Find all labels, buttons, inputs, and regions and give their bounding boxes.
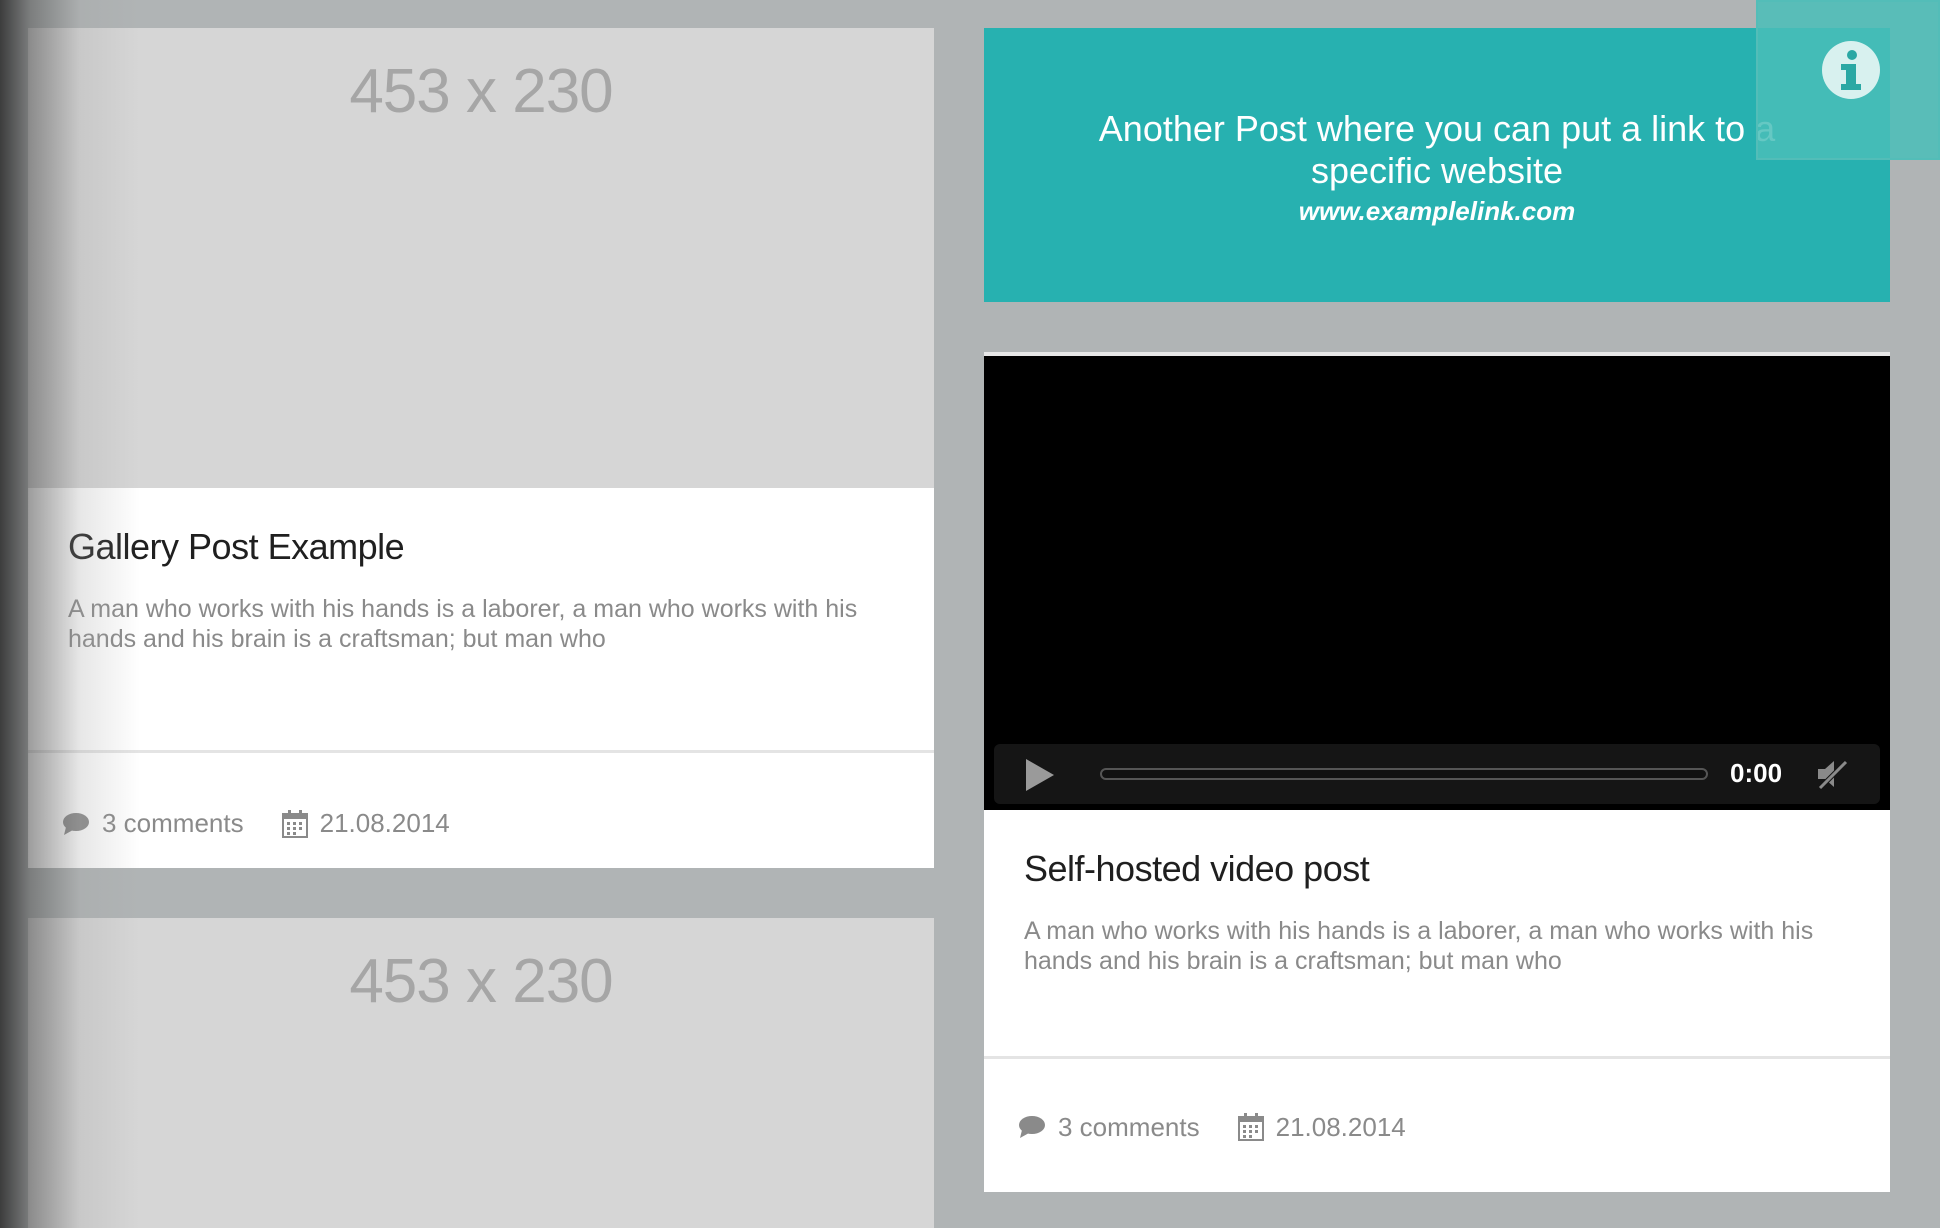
post-body: Self-hosted video post A man who works w… <box>984 810 1890 1056</box>
post-title[interactable]: Gallery Post Example <box>68 526 894 568</box>
link-post-url[interactable]: www.examplelink.com <box>984 196 1890 227</box>
date-text: 21.08.2014 <box>319 808 450 838</box>
video-player[interactable]: 0:00 <box>984 352 1890 810</box>
comment-icon <box>1019 1116 1045 1138</box>
comments-count[interactable]: 3 comments <box>102 808 244 839</box>
link-post-card[interactable]: Another Post where you can put a link to… <box>984 28 1890 302</box>
gallery-post-card: 453 x 230 Gallery Post Example A man who… <box>28 28 934 868</box>
date-text: 21.08.2014 <box>1275 1111 1406 1142</box>
post-date: 21.08.2014 <box>1237 1111 1406 1143</box>
video-time: 0:00 <box>1730 758 1783 788</box>
info-badge[interactable] <box>1756 0 1940 160</box>
video-post-card: 0:00 Self-hosted video post A man who wo… <box>984 352 1890 1192</box>
gallery-post-card-2: 453 x 230 <box>28 918 934 1228</box>
post-excerpt: A man who works with his hands is a labo… <box>68 595 858 653</box>
info-icon <box>1822 41 1880 99</box>
comments-count[interactable]: 3 comments <box>1058 1112 1200 1143</box>
play-icon[interactable] <box>1024 757 1056 793</box>
post-meta: 3 comments 21.08.2014 <box>28 753 934 894</box>
video-controls: 0:00 <box>994 744 1880 804</box>
calendar-icon <box>281 809 308 838</box>
post-body: Gallery Post Example A man who works wit… <box>28 488 934 750</box>
mute-icon[interactable] <box>1814 756 1850 792</box>
progress-bar[interactable] <box>1100 768 1708 780</box>
post-excerpt: A man who works with his hands is a labo… <box>1024 917 1814 975</box>
comments-link[interactable]: 3 comments <box>1018 1112 1200 1143</box>
post-title[interactable]: Self-hosted video post <box>1024 848 1850 890</box>
calendar-icon <box>1237 1113 1264 1141</box>
post-image-placeholder[interactable]: 453 x 230 <box>28 918 934 1228</box>
post-meta: 3 comments 21.08.2014 <box>984 1059 1890 1195</box>
link-post-text: Another Post where you can put a link to… <box>1098 108 1776 191</box>
post-date: 21.08.2014 <box>281 808 450 839</box>
comment-icon <box>63 812 89 835</box>
comments-link[interactable]: 3 comments <box>62 808 244 839</box>
post-image-placeholder[interactable]: 453 x 230 <box>28 28 934 488</box>
